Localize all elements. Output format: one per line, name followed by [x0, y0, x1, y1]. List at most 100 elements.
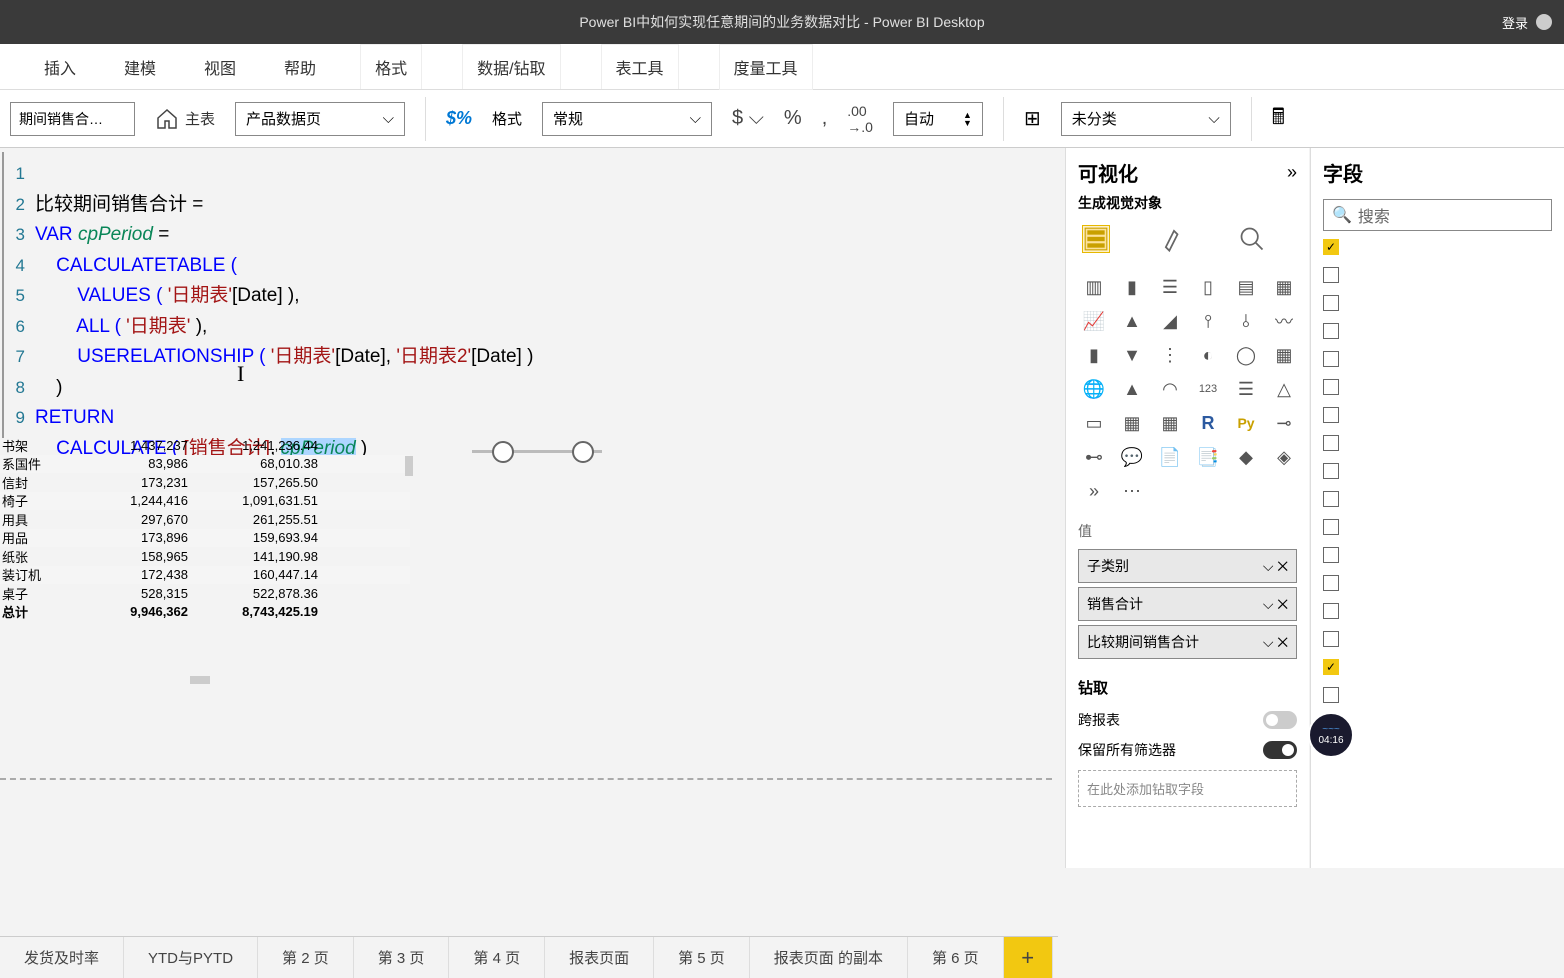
field-item[interactable]	[1323, 631, 1552, 647]
stacked-column-icon[interactable]: ▮	[1116, 273, 1148, 301]
field-item[interactable]	[1323, 351, 1552, 367]
remove-field-icon[interactable]: ✕	[1277, 634, 1288, 650]
checkbox-icon[interactable]	[1323, 575, 1339, 591]
category-select[interactable]: 未分类⌵	[1061, 102, 1231, 136]
home-table-select[interactable]: 产品数据页⌵	[235, 102, 405, 136]
tab-format[interactable]: 格式	[360, 44, 422, 89]
custom-visual-icon[interactable]: ◈	[1268, 443, 1300, 471]
dax-editor[interactable]: 123 456 789 比较期间销售合计 = VAR cpPeriod = CA…	[2, 152, 4, 438]
field-well-item[interactable]: 子类别⌵ ✕	[1078, 549, 1297, 583]
treemap-icon[interactable]: ▦	[1268, 341, 1300, 369]
field-well-item[interactable]: 比较期间销售合计⌵ ✕	[1078, 625, 1297, 659]
format-visual-icon[interactable]	[1160, 225, 1188, 253]
measure-name-input[interactable]	[10, 102, 135, 136]
field-item[interactable]	[1323, 463, 1552, 479]
page-tab[interactable]: 第 5 页	[654, 937, 750, 978]
map-icon[interactable]: 🌐	[1078, 375, 1110, 403]
checkbox-icon[interactable]	[1323, 603, 1339, 619]
field-item[interactable]	[1323, 323, 1552, 339]
checkbox-icon[interactable]	[1323, 323, 1339, 339]
qa-icon[interactable]: 💬	[1116, 443, 1148, 471]
field-item[interactable]	[1323, 519, 1552, 535]
field-well-item[interactable]: 销售合计⌵ ✕	[1078, 587, 1297, 621]
page-tab[interactable]: 第 3 页	[354, 937, 450, 978]
page-tab[interactable]: 第 2 页	[258, 937, 354, 978]
powerapps-icon[interactable]: ◆	[1230, 443, 1262, 471]
field-item[interactable]	[1323, 379, 1552, 395]
checkbox-checked-icon[interactable]: ✓	[1323, 659, 1339, 675]
expand-pane-icon[interactable]: »	[1287, 162, 1297, 183]
paginated-icon[interactable]: 📑	[1192, 443, 1224, 471]
kpi-icon[interactable]: △	[1268, 375, 1300, 403]
line-column2-icon[interactable]: ⫰	[1230, 307, 1262, 335]
slicer-visual[interactable]	[472, 450, 602, 453]
clustered-bar-icon[interactable]: ☰	[1154, 273, 1186, 301]
page-tab[interactable]: 报表页面	[545, 937, 654, 978]
page-tab[interactable]: 报表页面 的副本	[750, 937, 908, 978]
tab-table-tools[interactable]: 表工具	[601, 44, 679, 89]
percent-button[interactable]: %	[784, 107, 802, 130]
get-visuals-icon[interactable]: ⋯	[1116, 477, 1148, 505]
keep-filters-toggle[interactable]	[1263, 741, 1297, 759]
card-icon[interactable]: 123	[1192, 375, 1224, 403]
ribbon-chart-icon[interactable]: 〰	[1268, 307, 1300, 335]
currency-button[interactable]: $ ⌵	[732, 107, 764, 130]
page-tab[interactable]: YTD与PYTD	[124, 937, 258, 978]
analytics-icon[interactable]	[1238, 225, 1266, 253]
stacked-bar-icon[interactable]: ▥	[1078, 273, 1110, 301]
resize-handle-vertical[interactable]	[405, 456, 413, 476]
checkbox-icon[interactable]	[1323, 631, 1339, 647]
checkbox-icon[interactable]	[1323, 407, 1339, 423]
key-influencers-icon[interactable]: ⊸	[1268, 409, 1300, 437]
tab-data-drill[interactable]: 数据/钻取	[462, 44, 560, 89]
checkbox-icon[interactable]	[1323, 687, 1339, 703]
checkbox-icon[interactable]	[1323, 491, 1339, 507]
line-chart-icon[interactable]: 📈	[1078, 307, 1110, 335]
field-item[interactable]	[1323, 603, 1552, 619]
clustered-column-icon[interactable]: ▯	[1192, 273, 1224, 301]
chevron-down-icon[interactable]: ⌵	[1263, 558, 1274, 574]
field-item[interactable]	[1323, 547, 1552, 563]
decimals-select[interactable]: 自动▲▼	[893, 102, 983, 136]
checkbox-icon[interactable]	[1323, 435, 1339, 451]
tab-view[interactable]: 视图	[200, 43, 240, 91]
tab-measure-tools[interactable]: 度量工具	[719, 44, 813, 90]
login-button[interactable]: 登录	[1502, 13, 1552, 32]
resize-handle-horizontal[interactable]	[190, 676, 210, 684]
fields-search-input[interactable]: 🔍 搜索	[1323, 199, 1552, 231]
field-item[interactable]	[1323, 715, 1552, 731]
checkbox-icon[interactable]	[1323, 379, 1339, 395]
build-visual-icon[interactable]	[1082, 225, 1110, 253]
field-item[interactable]	[1323, 435, 1552, 451]
checkbox-checked-icon[interactable]: ✓	[1323, 239, 1339, 255]
page-tab[interactable]: 发货及时率	[0, 937, 124, 978]
decomposition-icon[interactable]: ⊷	[1078, 443, 1110, 471]
filled-map-icon[interactable]: ▲	[1116, 375, 1148, 403]
matrix-icon[interactable]: ▦	[1154, 409, 1186, 437]
pie-icon[interactable]: ◐	[1192, 341, 1224, 369]
cross-report-toggle[interactable]	[1263, 711, 1297, 729]
home-table-button[interactable]: 主表	[155, 107, 215, 131]
drill-field-well[interactable]: 在此处添加钻取字段	[1078, 770, 1297, 807]
chevron-down-icon[interactable]: ⌵	[1263, 596, 1274, 612]
decimals-button[interactable]: .00→.0	[847, 103, 873, 135]
format-select[interactable]: 常规⌵	[542, 102, 712, 136]
r-visual-icon[interactable]: R	[1192, 409, 1224, 437]
narrative-icon[interactable]: 📄	[1154, 443, 1186, 471]
multirow-card-icon[interactable]: ☰	[1230, 375, 1262, 403]
waterfall-icon[interactable]: ▮	[1078, 341, 1110, 369]
calculator-icon[interactable]: 🖩	[1272, 100, 1285, 138]
stacked-area-icon[interactable]: ◢	[1154, 307, 1186, 335]
field-item[interactable]	[1323, 575, 1552, 591]
checkbox-icon[interactable]	[1323, 519, 1339, 535]
checkbox-icon[interactable]	[1323, 351, 1339, 367]
scatter-icon[interactable]: ⋮	[1154, 341, 1186, 369]
field-item[interactable]: ✓	[1323, 659, 1552, 675]
field-item[interactable]	[1323, 687, 1552, 703]
checkbox-icon[interactable]	[1323, 267, 1339, 283]
page-tab[interactable]: 第 6 页	[908, 937, 1004, 978]
donut-icon[interactable]: ◯	[1230, 341, 1262, 369]
checkbox-icon[interactable]	[1323, 295, 1339, 311]
checkbox-icon[interactable]	[1323, 463, 1339, 479]
gauge-icon[interactable]: ◠	[1154, 375, 1186, 403]
